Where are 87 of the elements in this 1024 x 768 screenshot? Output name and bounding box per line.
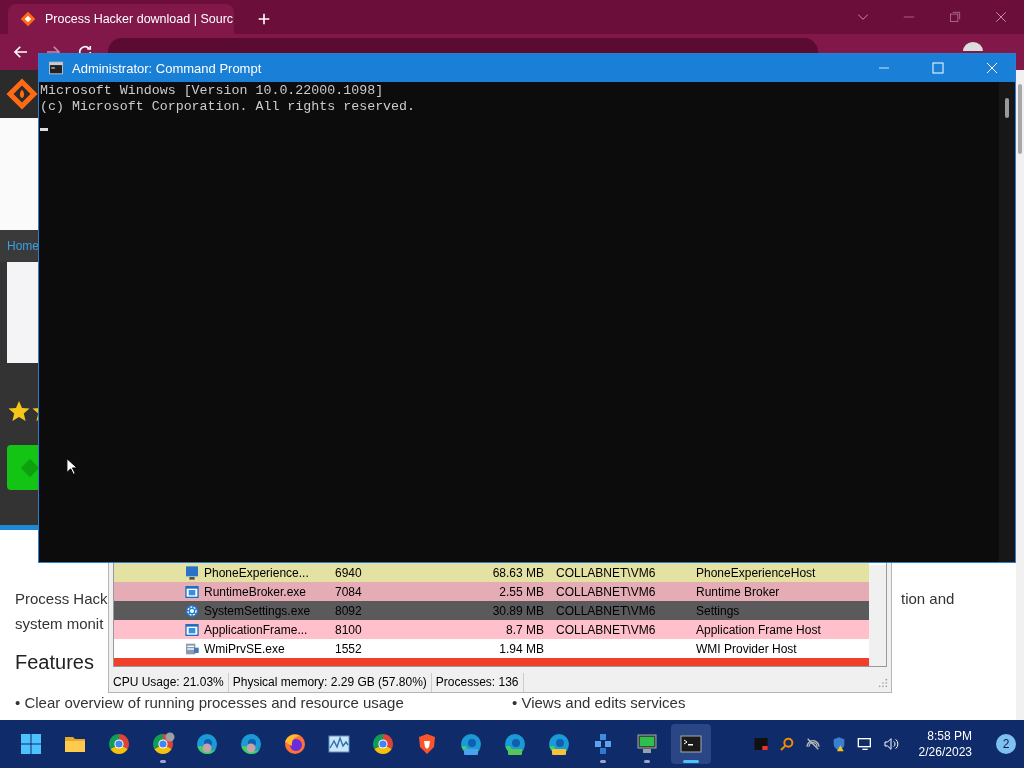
process-description: WMI Provider Host	[696, 641, 797, 656]
time-text: 8:58 PM	[927, 728, 972, 744]
memory-value: 30.89 MB	[491, 603, 544, 618]
console-output-line: Microsoft Windows [Version 10.0.22000.1098]	[40, 83, 385, 99]
window-icon	[184, 583, 200, 600]
intro-text: tion and	[901, 590, 955, 607]
network-off-icon[interactable]	[804, 736, 821, 752]
close-icon[interactable]	[994, 10, 1008, 24]
avatar-icon[interactable]	[962, 41, 984, 51]
intro-text: Process Hack	[15, 589, 109, 609]
browser-icon	[151, 732, 175, 756]
user-name: COLLABNET\VM6	[556, 622, 657, 637]
scrollbar[interactable]	[869, 565, 886, 666]
memory-value: 1.94 MB	[498, 641, 544, 656]
window-title: Administrator: Command Prompt	[72, 60, 262, 76]
console-output-line: (c) Microsoft Corporation. All rights reserved.	[40, 99, 417, 115]
process-description: Settings	[696, 603, 740, 618]
process-id: 8100	[335, 622, 363, 637]
maximize-icon[interactable]	[932, 62, 944, 74]
browser-icon	[547, 732, 571, 756]
date-text: 2/26/2023	[918, 744, 972, 760]
process-row[interactable]: PhoneExperience... 6940 68.63 MB COLLABNET\VM6 PhoneExperienceHost	[114, 563, 869, 582]
process-id: 1552	[335, 641, 363, 656]
scrollbar[interactable]	[1016, 70, 1024, 720]
process-name: WmiPrvSE.exe	[204, 641, 286, 656]
user-name: COLLABNET\VM6	[556, 565, 657, 580]
text-cursor	[40, 128, 48, 131]
browser-icon	[107, 732, 131, 756]
status-text: CPU Usage: 21.03%	[109, 673, 229, 692]
monitor-icon	[184, 564, 200, 581]
status-text: Processes: 136	[431, 673, 524, 692]
notification-badge[interactable]: 2	[996, 734, 1016, 754]
status-text: Physical memory: 2.29 GB (57.80%)	[228, 673, 432, 692]
process-name: SystemSettings.exe	[204, 603, 312, 618]
process-name: ApplicationFrame...	[204, 622, 309, 637]
display-icon[interactable]	[856, 736, 873, 752]
start-icon	[19, 732, 43, 756]
memory-value: 2.55 MB	[498, 584, 544, 599]
process-description: Application Frame Host	[696, 622, 821, 637]
terminal-icon	[679, 732, 703, 756]
computer-icon	[635, 732, 659, 756]
process-row[interactable]: RuntimeBroker.exe 7084 2.55 MB COLLABNET\VM6 Runtime Broker	[114, 582, 869, 601]
process-description: PhoneExperienceHost	[696, 565, 816, 580]
scrollbar[interactable]	[999, 82, 1015, 562]
browser-icon	[371, 732, 395, 756]
process-name: PhoneExperience...	[204, 565, 310, 580]
memory-value: 8.7 MB	[505, 622, 544, 637]
browser-icon	[503, 732, 527, 756]
reload-icon[interactable]	[76, 43, 94, 53]
site-logo-icon	[20, 11, 36, 27]
forward-arrow-icon[interactable]	[44, 43, 62, 53]
clock[interactable]: 8:58 PM 2/26/2023	[918, 728, 972, 760]
browser-icon	[459, 732, 483, 756]
breadcrumb-link[interactable]: Home	[7, 239, 39, 253]
console-icon[interactable]	[752, 736, 769, 752]
process-row[interactable]: ApplicationFrame... 8100 8.7 MB COLLABNET\VM6 Application Frame Host	[114, 620, 869, 639]
gear-icon	[184, 602, 200, 619]
restore-icon[interactable]	[948, 10, 962, 24]
taskbar-button[interactable]	[671, 724, 711, 764]
memory-value: 68.63 MB	[491, 565, 544, 580]
new-tab-icon[interactable]	[256, 11, 272, 27]
process-name: RuntimeBroker.exe	[204, 584, 308, 599]
mouse-pointer-icon	[66, 457, 78, 476]
console-icon	[48, 61, 64, 75]
site-logo-icon	[5, 77, 39, 111]
search-icon[interactable]	[778, 736, 795, 752]
download-logo-icon	[19, 456, 41, 479]
feature-item: • Clear overview of running processes and resource usage	[15, 694, 405, 711]
user-name: COLLABNET\VM6	[556, 603, 657, 618]
feature-item: • Views and edits services	[512, 694, 687, 711]
process-id: 6940	[335, 565, 363, 580]
browser-tab[interactable]: Process Hacker download | Sourc	[8, 4, 234, 34]
star-icon	[7, 399, 31, 423]
user-name: COLLABNET\VM6	[556, 584, 657, 599]
resize-grip-icon[interactable]	[878, 677, 888, 688]
browser-icon	[195, 732, 219, 756]
speaker-icon[interactable]	[882, 736, 899, 752]
process-id: 7084	[335, 584, 363, 599]
process-id: 8092	[335, 603, 363, 618]
browser-icon	[283, 732, 307, 756]
browser-icon	[239, 732, 263, 756]
chart-icon	[327, 732, 351, 756]
back-arrow-icon[interactable]	[12, 43, 30, 61]
intro-text: system monit	[15, 614, 105, 634]
process-description: Runtime Broker	[696, 584, 780, 599]
window-icon	[184, 621, 200, 638]
section-heading: Features	[15, 650, 95, 675]
